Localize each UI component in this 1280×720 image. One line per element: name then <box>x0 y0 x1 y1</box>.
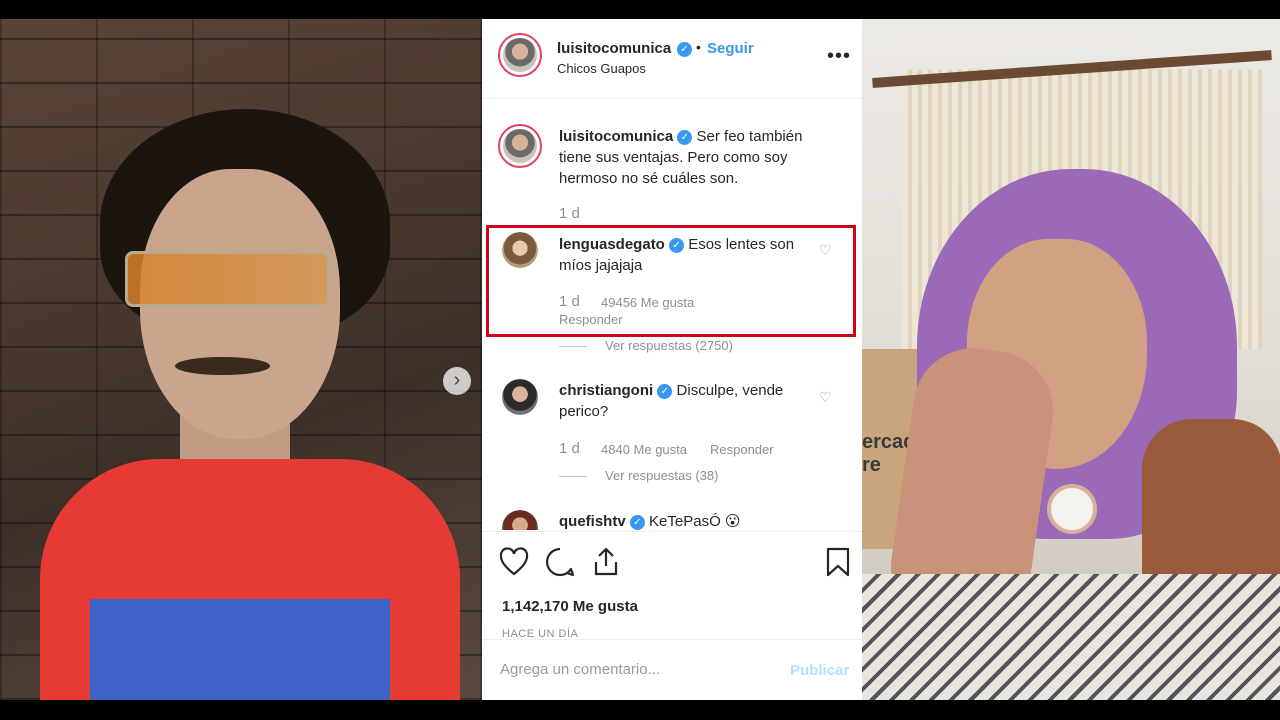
verified-badge-icon: ✓ <box>677 130 693 145</box>
comment-time: 1 d <box>559 440 580 457</box>
post-photo-left: › <box>0 19 482 700</box>
photo-blanket <box>862 574 1280 700</box>
letterbox-bottom <box>0 700 1280 720</box>
chevron-right-icon[interactable]: › <box>443 367 471 395</box>
bookmark-icon[interactable] <box>822 546 854 578</box>
post-header: luisitocomunica ✓ • Seguir Chicos Guapos… <box>482 19 862 99</box>
divider <box>559 476 587 478</box>
comment-icon[interactable] <box>544 546 576 578</box>
comment-username[interactable]: quefishtv <box>559 513 626 530</box>
post-caption: luisitocomunica ✓ Ser feo también tiene … <box>559 126 809 189</box>
view-replies-label: Ver respuestas (2750) <box>605 338 733 353</box>
highlight-annotation <box>486 225 856 337</box>
photo-mustache <box>175 357 270 375</box>
divider <box>559 346 587 348</box>
photo-sunglasses <box>125 251 330 307</box>
photo-shirt-print <box>90 599 390 700</box>
avatar[interactable] <box>498 124 542 168</box>
follow-button[interactable]: Seguir <box>707 40 754 57</box>
view-replies-link[interactable]: Ver respuestas (38) <box>559 468 718 483</box>
post-location[interactable]: Chicos Guapos <box>557 61 646 76</box>
comment-text: KeTePasÓ 😮 <box>649 513 741 530</box>
add-comment-bar: Publicar <box>482 639 862 700</box>
comment-likes[interactable]: 4840 Me gusta <box>601 442 687 457</box>
view-replies-label: Ver respuestas (38) <box>605 468 719 483</box>
comment-username[interactable]: christiangoni <box>559 382 653 399</box>
caption-username[interactable]: luisitocomunica <box>559 128 673 145</box>
more-options-icon[interactable]: ••• <box>827 45 851 68</box>
comment-input[interactable] <box>500 652 780 686</box>
photo-right: ercado re <box>862 19 1280 700</box>
comments-list[interactable]: luisitocomunica ✓ Ser feo también tiene … <box>482 100 862 530</box>
share-icon[interactable] <box>590 546 622 578</box>
separator-dot: • <box>696 39 701 55</box>
verified-badge-icon: ✓ <box>657 384 673 399</box>
letterbox-top <box>0 0 1280 19</box>
caption-time: 1 d <box>559 205 580 222</box>
avatar[interactable] <box>502 510 538 530</box>
photo-watch <box>1047 484 1097 534</box>
comment-item: quefishtv ✓ KeTePasÓ 😮 <box>559 511 809 530</box>
post-likes-count[interactable]: 1,142,170 Me gusta <box>502 598 638 615</box>
avatar[interactable] <box>498 33 542 77</box>
instagram-post-panel: luisitocomunica ✓ • Seguir Chicos Guapos… <box>482 19 862 700</box>
avatar[interactable] <box>502 379 538 415</box>
publish-button[interactable]: Publicar <box>790 662 849 679</box>
verified-badge-icon: ✓ <box>629 515 645 530</box>
post-username[interactable]: luisitocomunica <box>557 40 671 57</box>
heart-icon[interactable] <box>498 546 530 578</box>
verified-badge-icon: ✓ <box>677 42 692 57</box>
like-comment-heart-icon[interactable]: ♡ <box>819 389 832 406</box>
view-replies-link[interactable]: Ver respuestas (2750) <box>559 338 733 353</box>
reply-button[interactable]: Responder <box>710 442 774 457</box>
comment-item: christiangoni ✓ Disculpe, vende perico? <box>559 380 809 422</box>
